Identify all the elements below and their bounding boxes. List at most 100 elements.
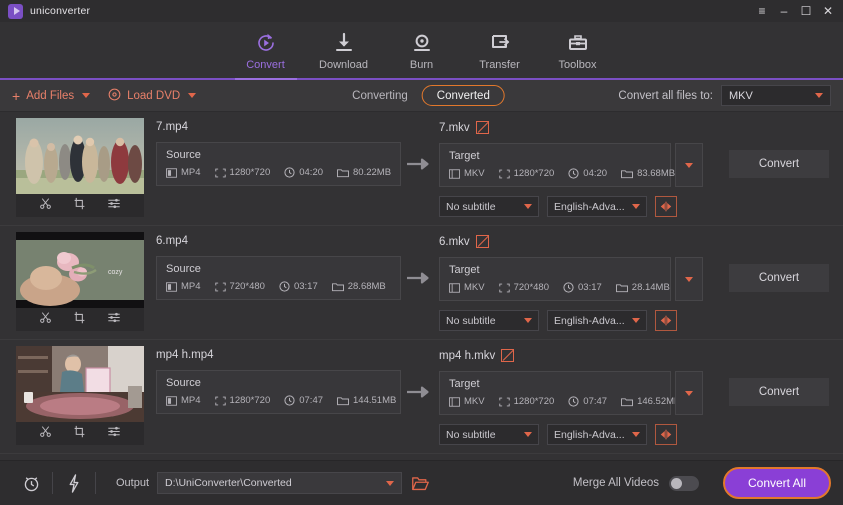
nav-label-burn: Burn [409,59,434,71]
target-size-chip: 83.68MB [621,168,675,179]
transfer-icon [488,30,512,55]
audio-balance-button[interactable] [655,424,677,445]
effect-sliders-icon[interactable] [107,197,121,215]
crop-icon[interactable] [73,425,86,443]
right-arrow-icon [407,272,429,284]
edit-rename-icon[interactable] [475,121,489,134]
window-controls: ≡ – ☐ ✕ [756,5,837,17]
audio-track-select[interactable]: English-Adva... [547,424,647,445]
crop-icon[interactable] [73,197,86,215]
table-row: mp4 h.mp4 Source MP4 1280*720 07:47 144.… [0,340,843,454]
target-settings-dropdown[interactable] [675,257,703,301]
app-title: uniconverter [30,5,91,17]
edit-rename-icon[interactable] [501,349,515,362]
effect-sliders-icon[interactable] [107,311,121,329]
source-format-chip: MP4 [166,167,201,178]
target-format-chip: MKV [449,396,485,407]
target-settings-dropdown[interactable] [675,371,703,415]
load-dvd-label: Load DVD [127,89,181,102]
conversion-arrow-cell [399,118,439,170]
tab-converted[interactable]: Converted [421,85,505,106]
nav-tab-download[interactable]: Download [305,22,383,78]
source-filename: mp4 h.mp4 [156,349,214,361]
clock-icon [284,395,295,406]
add-files-label: Add Files [26,89,75,102]
source-duration-chip: 04:20 [284,167,323,178]
scissors-trim-icon[interactable] [39,425,52,443]
nav-tab-convert[interactable]: Convert [227,22,305,80]
svg-text:cozy: cozy [108,269,123,276]
load-dvd-dropdown-caret-icon[interactable] [188,93,197,98]
scissors-trim-icon[interactable] [39,311,52,329]
convert-button[interactable]: Convert [729,378,829,406]
audio-track-select[interactable]: English-Adva... [547,310,647,331]
video-thumbnail[interactable]: cozy [16,232,144,308]
tab-converting[interactable]: Converting [338,85,422,106]
subtitle-select[interactable]: No subtitle [439,310,539,331]
lightning-bolt-icon[interactable] [59,473,89,493]
folder-icon [331,282,344,291]
minimize-icon[interactable]: – [778,5,790,17]
nav-tab-transfer[interactable]: Transfer [461,22,539,78]
table-row: cozy 6.mp4 Source MP4 720*480 03:17 28.6… [0,226,843,340]
maximize-icon[interactable]: ☐ [800,5,812,17]
video-thumbnail[interactable] [16,346,144,422]
right-arrow-icon [407,386,429,398]
load-dvd-button[interactable]: Load DVD [108,88,180,104]
folder-icon [621,169,634,178]
film-format-icon [449,396,460,407]
target-settings-dropdown[interactable] [675,143,703,187]
thumbnail-cell [16,346,144,445]
audio-track-value: English-Adva... [554,428,625,441]
target-cell: mp4 h.mkv Target MKV 1280*720 07:47 146.… [439,346,714,445]
close-icon[interactable]: ✕ [822,5,834,17]
add-files-button[interactable]: + Add Files [12,89,74,103]
audio-balance-icon [660,201,672,212]
convert-all-button[interactable]: Convert All [723,467,831,499]
chevron-down-icon [524,432,532,437]
scissors-trim-icon[interactable] [39,197,52,215]
audio-balance-button[interactable] [655,196,677,217]
chevron-down-icon [685,162,693,168]
convert-button[interactable]: Convert [729,150,829,178]
output-format-select[interactable]: MKV [721,85,831,106]
target-label: Target [449,264,480,276]
hamburger-menu-icon[interactable]: ≡ [756,5,768,17]
nav-label-download: Download [319,59,368,71]
folder-icon [337,168,349,177]
merge-all-videos-toggle[interactable] [669,475,699,491]
burn-icon [410,30,434,55]
add-files-dropdown-caret-icon[interactable] [82,93,91,98]
right-arrow-icon [407,158,429,170]
output-path-select[interactable]: D:\UniConverter\Converted [157,472,403,494]
audio-balance-button[interactable] [655,310,677,331]
target-format-chip: MKV [449,168,485,179]
folder-icon [337,396,349,405]
target-filename: mp4 h.mkv [439,349,496,362]
audio-track-select[interactable]: English-Adva... [547,196,647,217]
edit-rename-icon[interactable] [475,235,489,248]
target-filename-row: 7.mkv [439,121,714,134]
clock-icon [563,282,574,293]
resolution-frame-icon [498,169,510,178]
subtitle-select[interactable]: No subtitle [439,424,539,445]
crop-icon[interactable] [73,311,86,329]
chevron-down-icon [632,204,640,209]
app-logo-icon [8,3,23,19]
effect-sliders-icon[interactable] [107,425,121,443]
video-thumbnail[interactable] [16,118,144,194]
divider [52,472,53,494]
action-toolbar: + Add Files Load DVD Converting Converte… [0,80,843,112]
alarm-clock-icon[interactable] [16,474,46,493]
source-info-box: Source MP4 720*480 03:17 28.68MB [156,256,401,300]
convert-button[interactable]: Convert [729,264,829,292]
toolbox-icon [566,30,590,55]
target-resolution-chip: 1280*720 [498,396,554,407]
nav-tab-burn[interactable]: Burn [383,22,461,78]
subtitle-select[interactable]: No subtitle [439,196,539,217]
open-folder-icon[interactable] [412,476,429,491]
source-duration-chip: 03:17 [279,281,318,292]
source-resolution-chip: 1280*720 [214,167,270,178]
target-format-chip: MKV [449,282,485,293]
nav-tab-toolbox[interactable]: Toolbox [539,22,617,78]
